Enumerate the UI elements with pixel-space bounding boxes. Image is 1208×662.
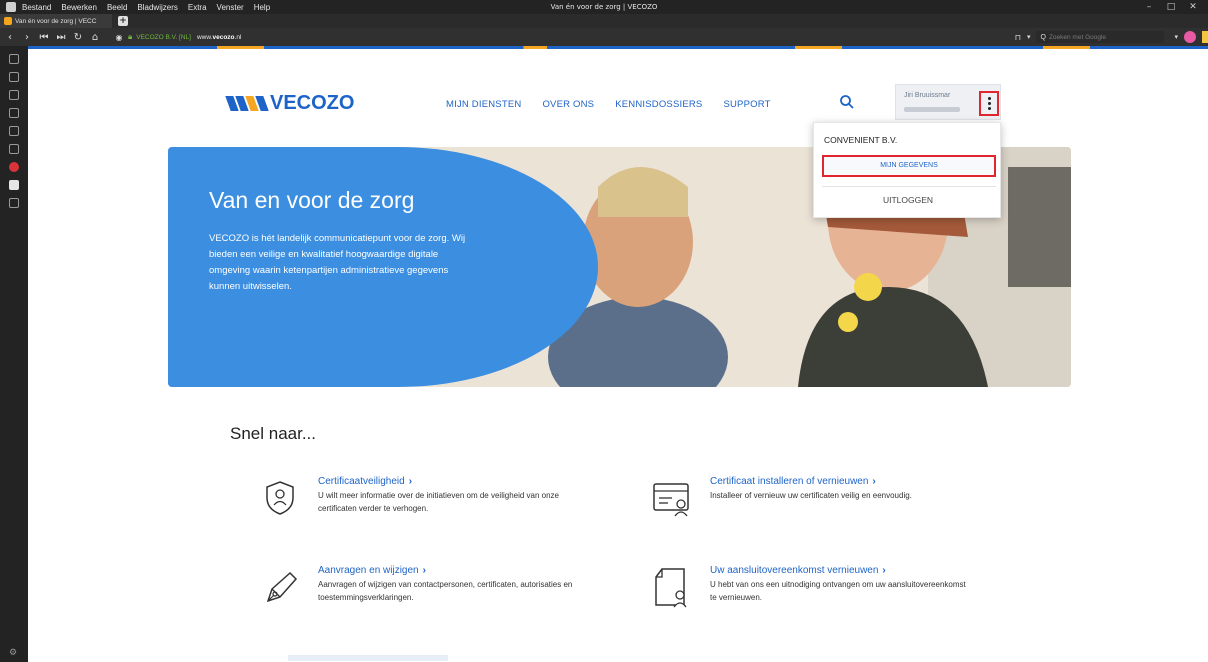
card-title[interactable]: Certificaat installeren of vernieuwen › (710, 476, 876, 487)
search-dropdown-icon[interactable]: ▾ (1174, 33, 1178, 41)
bookmarks-panel-icon[interactable] (9, 54, 19, 64)
menu-bladwijzers[interactable]: Bladwijzers (137, 3, 177, 12)
vivaldi-icon[interactable] (9, 162, 19, 172)
menu-bestand[interactable]: Bestand (22, 3, 51, 12)
search-icon[interactable] (839, 94, 855, 110)
hero-text-panel: Van en voor de zorg VECOZO is hét landel… (168, 147, 598, 387)
maximize-icon[interactable]: □ (1160, 2, 1182, 12)
nav-mijn-diensten[interactable]: MIJN DIENSTEN (446, 99, 521, 110)
menu-extra[interactable]: Extra (188, 3, 207, 12)
reload-icon[interactable]: ↻ (71, 32, 85, 43)
search-input[interactable]: Q Zoeken met Google (1036, 31, 1165, 43)
app-icon[interactable] (6, 2, 16, 12)
reader-panel-icon[interactable] (9, 144, 19, 154)
side-panel: ⚙ (0, 46, 28, 662)
extension-icon[interactable] (1184, 31, 1196, 43)
card-description: Installeer of vernieuw uw certificaten v… (710, 491, 912, 500)
address-bar: ‹ › ⏮ ⏭ ↻ ⌂ ◉ 🔒︎ VECOZO B.V. [NL] www.ve… (0, 28, 1208, 46)
shield-person-icon (266, 481, 294, 515)
logout-button[interactable]: UITLOGGEN (814, 195, 1002, 205)
url-text: www.vecozo.nl (196, 33, 242, 41)
wikipedia-icon[interactable] (9, 180, 19, 190)
tab-bar: Van én voor de zorg | VECC + (0, 14, 1208, 28)
forward-icon[interactable]: › (20, 32, 34, 43)
add-panel-icon[interactable] (9, 198, 19, 208)
downloads-panel-icon[interactable] (9, 72, 19, 82)
minimize-icon[interactable]: – (1138, 2, 1160, 12)
nav-kennisdossiers[interactable]: KENNISDOSSIERS (615, 99, 702, 110)
pen-icon (266, 571, 298, 603)
account-dropdown: CONVENIENT B.V. MIJN GEGEVENS UITLOGGEN (813, 122, 1001, 218)
organization-name: CONVENIENT B.V. (824, 135, 898, 145)
close-icon[interactable]: ✕ (1182, 2, 1204, 12)
new-tab-icon[interactable]: + (118, 16, 128, 26)
certificate-icon (653, 483, 689, 517)
quick-link-aanvragen-wijzigen[interactable]: Aanvragen en wijzigen › Aanvragen of wijz… (258, 565, 588, 625)
window-controls: – □ ✕ (1138, 0, 1204, 14)
quick-link-aansluitovereenkomst[interactable]: Uw aansluitovereenkomst vernieuwen › U he… (650, 565, 980, 625)
settings-gear-icon[interactable]: ⚙ (9, 648, 17, 658)
user-subtitle-redacted (904, 107, 960, 112)
card-description: U wilt meer informatie over de initiatie… (318, 491, 560, 513)
chevron-down-icon[interactable]: ▾ (1027, 33, 1031, 41)
lock-icon: 🔒︎ (128, 32, 133, 41)
rewind-icon[interactable]: ⏮ (37, 32, 51, 43)
webpage: VECOZO MIJN DIENSTEN OVER ONS KENNISDOSS… (28, 49, 1208, 662)
snel-naar-heading: Snel naar... (230, 424, 317, 443)
menu-bewerken[interactable]: Bewerken (61, 3, 97, 12)
toolbar-right: ⊓ ▾ Q Zoeken met Google ▾ (1015, 28, 1208, 46)
tab-vecozo[interactable]: Van én voor de zorg | VECC (0, 14, 112, 28)
menu-bar: Bestand Bewerken Beeld Bladwijzers Extra… (0, 0, 1208, 14)
menu-beeld[interactable]: Beeld (107, 3, 127, 12)
shield-icon[interactable]: ◉ (112, 33, 126, 42)
main-nav: MIJN DIENSTEN OVER ONS KENNISDOSSIERS SU… (446, 99, 792, 110)
dropdown-divider (822, 186, 996, 187)
search-engine-icon: Q (1040, 33, 1046, 41)
quick-link-certificaat-installeren[interactable]: Certificaat installeren of vernieuwen › I… (650, 476, 980, 526)
notes-panel-icon[interactable] (9, 108, 19, 118)
url-field[interactable]: ◉ 🔒︎ VECOZO B.V. [NL] www.vecozo.nl (112, 32, 242, 42)
more-options-button[interactable] (979, 91, 999, 116)
next-section-peek (288, 655, 448, 661)
card-description: U hebt van ons een uitnodiging ontvangen… (710, 580, 966, 602)
hero-description: VECOZO is hét landelijk communicatiepunt… (209, 233, 466, 292)
tab-title: Van én voor de zorg | VECC (15, 17, 97, 25)
logo-text: VECOZO (270, 92, 355, 114)
window-title: Van én voor de zorg | VECOZO (550, 3, 658, 11)
user-name: Jiri Bruuissmar (904, 92, 951, 99)
vecozo-logo[interactable]: VECOZO (225, 92, 355, 115)
card-title[interactable]: Uw aansluitovereenkomst vernieuwen › (710, 565, 886, 576)
back-icon[interactable]: ‹ (3, 32, 17, 43)
fast-forward-icon[interactable]: ⏭ (54, 32, 68, 43)
home-icon[interactable]: ⌂ (88, 32, 102, 43)
mijn-gegevens-button[interactable]: MIJN GEGEVENS (822, 155, 996, 177)
card-title[interactable]: Certificaatveiligheid › (318, 476, 412, 487)
card-description: Aanvragen of wijzigen van contactpersone… (318, 580, 573, 602)
hero-title: Van en voor de zorg (209, 187, 415, 213)
document-person-icon (655, 568, 687, 608)
logo-bars-icon (225, 96, 269, 111)
history-panel-icon[interactable] (9, 90, 19, 100)
favicon-icon (4, 17, 12, 25)
card-title[interactable]: Aanvragen en wijzigen › (318, 565, 426, 576)
extension-icon-2[interactable] (1202, 31, 1208, 43)
site-identity: VECOZO B.V. [NL] (136, 33, 191, 41)
window-panel-icon[interactable] (9, 126, 19, 136)
quick-link-certificaatveiligheid[interactable]: Certificaatveiligheid › U wilt meer infor… (258, 476, 588, 526)
nav-support[interactable]: SUPPORT (723, 99, 770, 110)
menu-venster[interactable]: Venster (217, 3, 244, 12)
bookmark-icon[interactable]: ⊓ (1015, 33, 1021, 42)
nav-over-ons[interactable]: OVER ONS (542, 99, 594, 110)
menu-help[interactable]: Help (254, 3, 270, 12)
search-placeholder: Zoeken met Google (1048, 33, 1107, 41)
